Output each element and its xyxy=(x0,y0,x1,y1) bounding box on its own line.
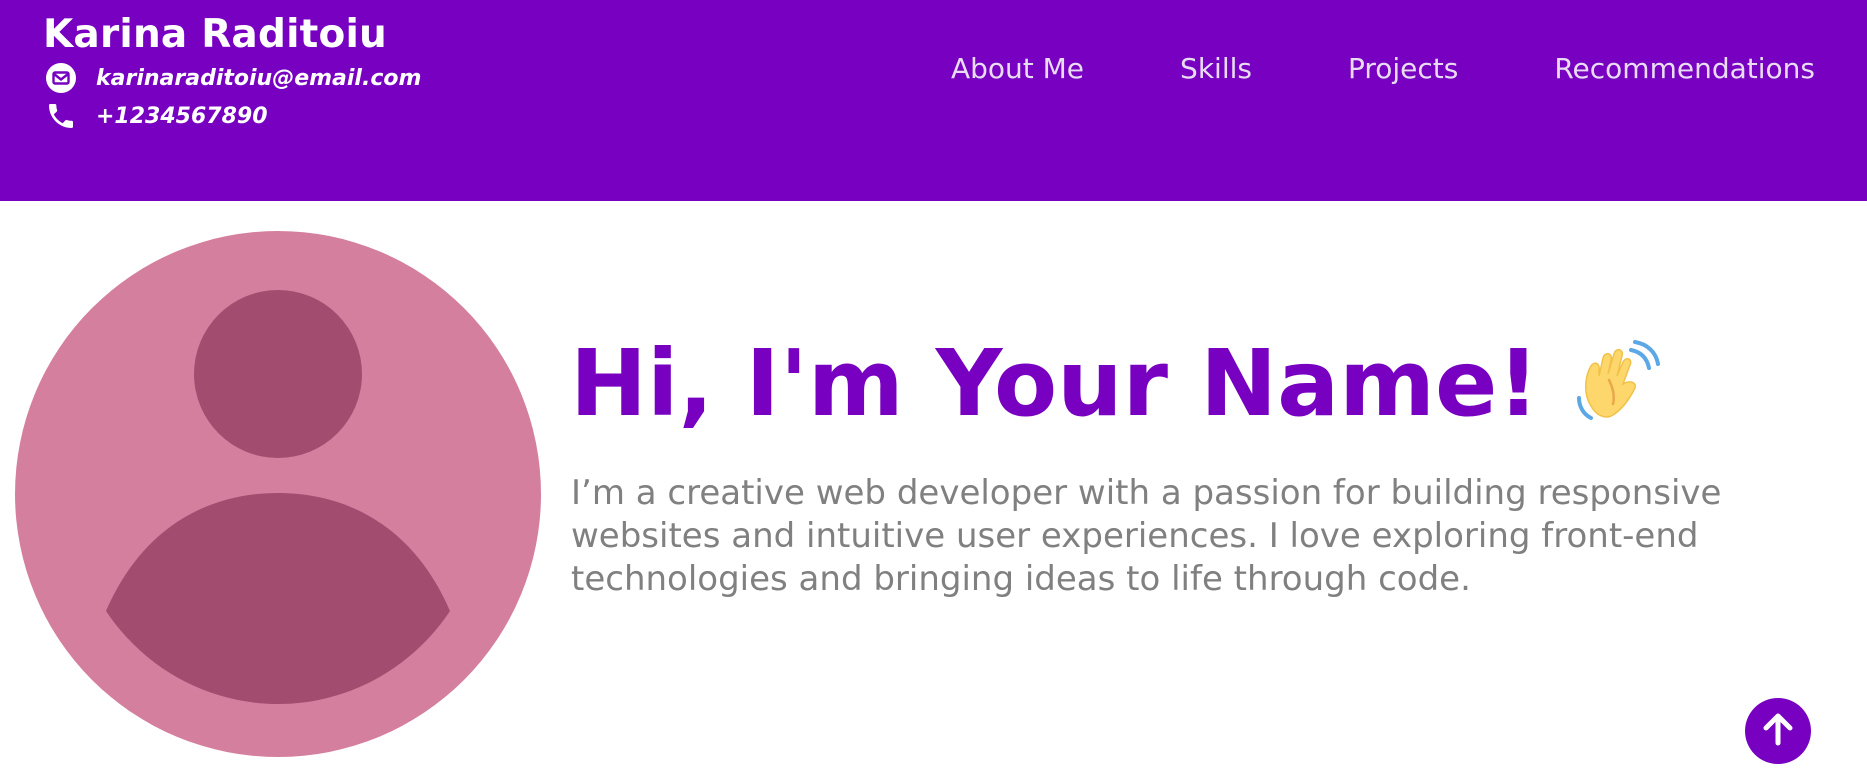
user-avatar-icon xyxy=(15,231,541,757)
main-nav: About Me Skills Projects Recommendations xyxy=(951,52,1815,85)
site-header: Karina Raditoiu karinaraditoiu@email.com… xyxy=(0,0,1867,201)
nav-skills[interactable]: Skills xyxy=(1180,52,1252,85)
hero-title-text: Hi, I'm Your Name! xyxy=(570,330,1540,437)
phone-icon xyxy=(43,98,79,134)
nav-projects[interactable]: Projects xyxy=(1348,52,1458,85)
contact-phone: +1234567890 xyxy=(43,98,268,134)
phone-number[interactable]: +1234567890 xyxy=(96,104,268,129)
envelope-icon xyxy=(43,60,79,96)
contact-email: karinaraditoiu@email.com xyxy=(43,60,421,96)
nav-recommendations[interactable]: Recommendations xyxy=(1554,52,1815,85)
nav-about-me[interactable]: About Me xyxy=(951,52,1084,85)
arrow-up-icon xyxy=(1758,709,1798,753)
scroll-to-top-button[interactable] xyxy=(1745,698,1811,764)
hero-heading: Hi, I'm Your Name! xyxy=(570,330,1665,437)
email-link[interactable]: karinaraditoiu@email.com xyxy=(96,66,421,91)
hero-description: I’m a creative web developer with a pass… xyxy=(571,473,1722,599)
brand-name: Karina Raditoiu xyxy=(43,12,388,57)
waving-hand-icon xyxy=(1569,336,1665,432)
